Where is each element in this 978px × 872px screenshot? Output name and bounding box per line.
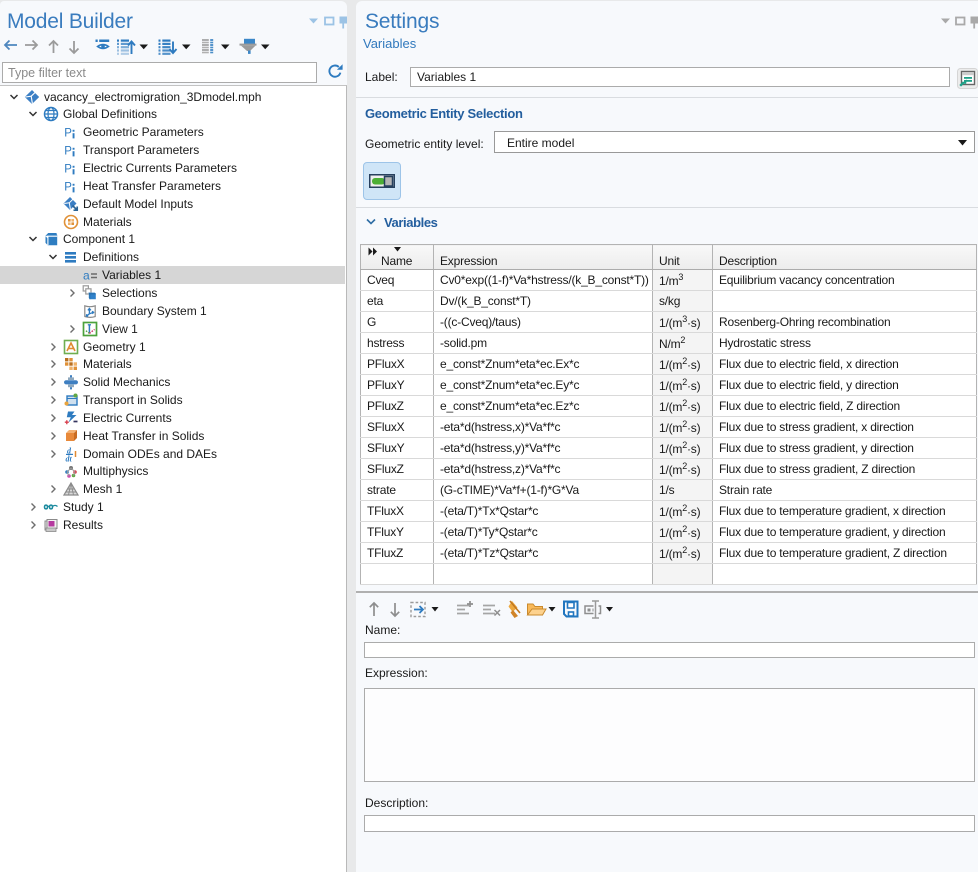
svg-text:a: a [83, 269, 90, 283]
svg-text:P: P [64, 181, 72, 193]
svg-text:dt: dt [66, 455, 73, 463]
svg-text:P: P [64, 127, 72, 139]
svg-text:P: P [64, 145, 72, 157]
svg-text:P: P [64, 163, 72, 175]
